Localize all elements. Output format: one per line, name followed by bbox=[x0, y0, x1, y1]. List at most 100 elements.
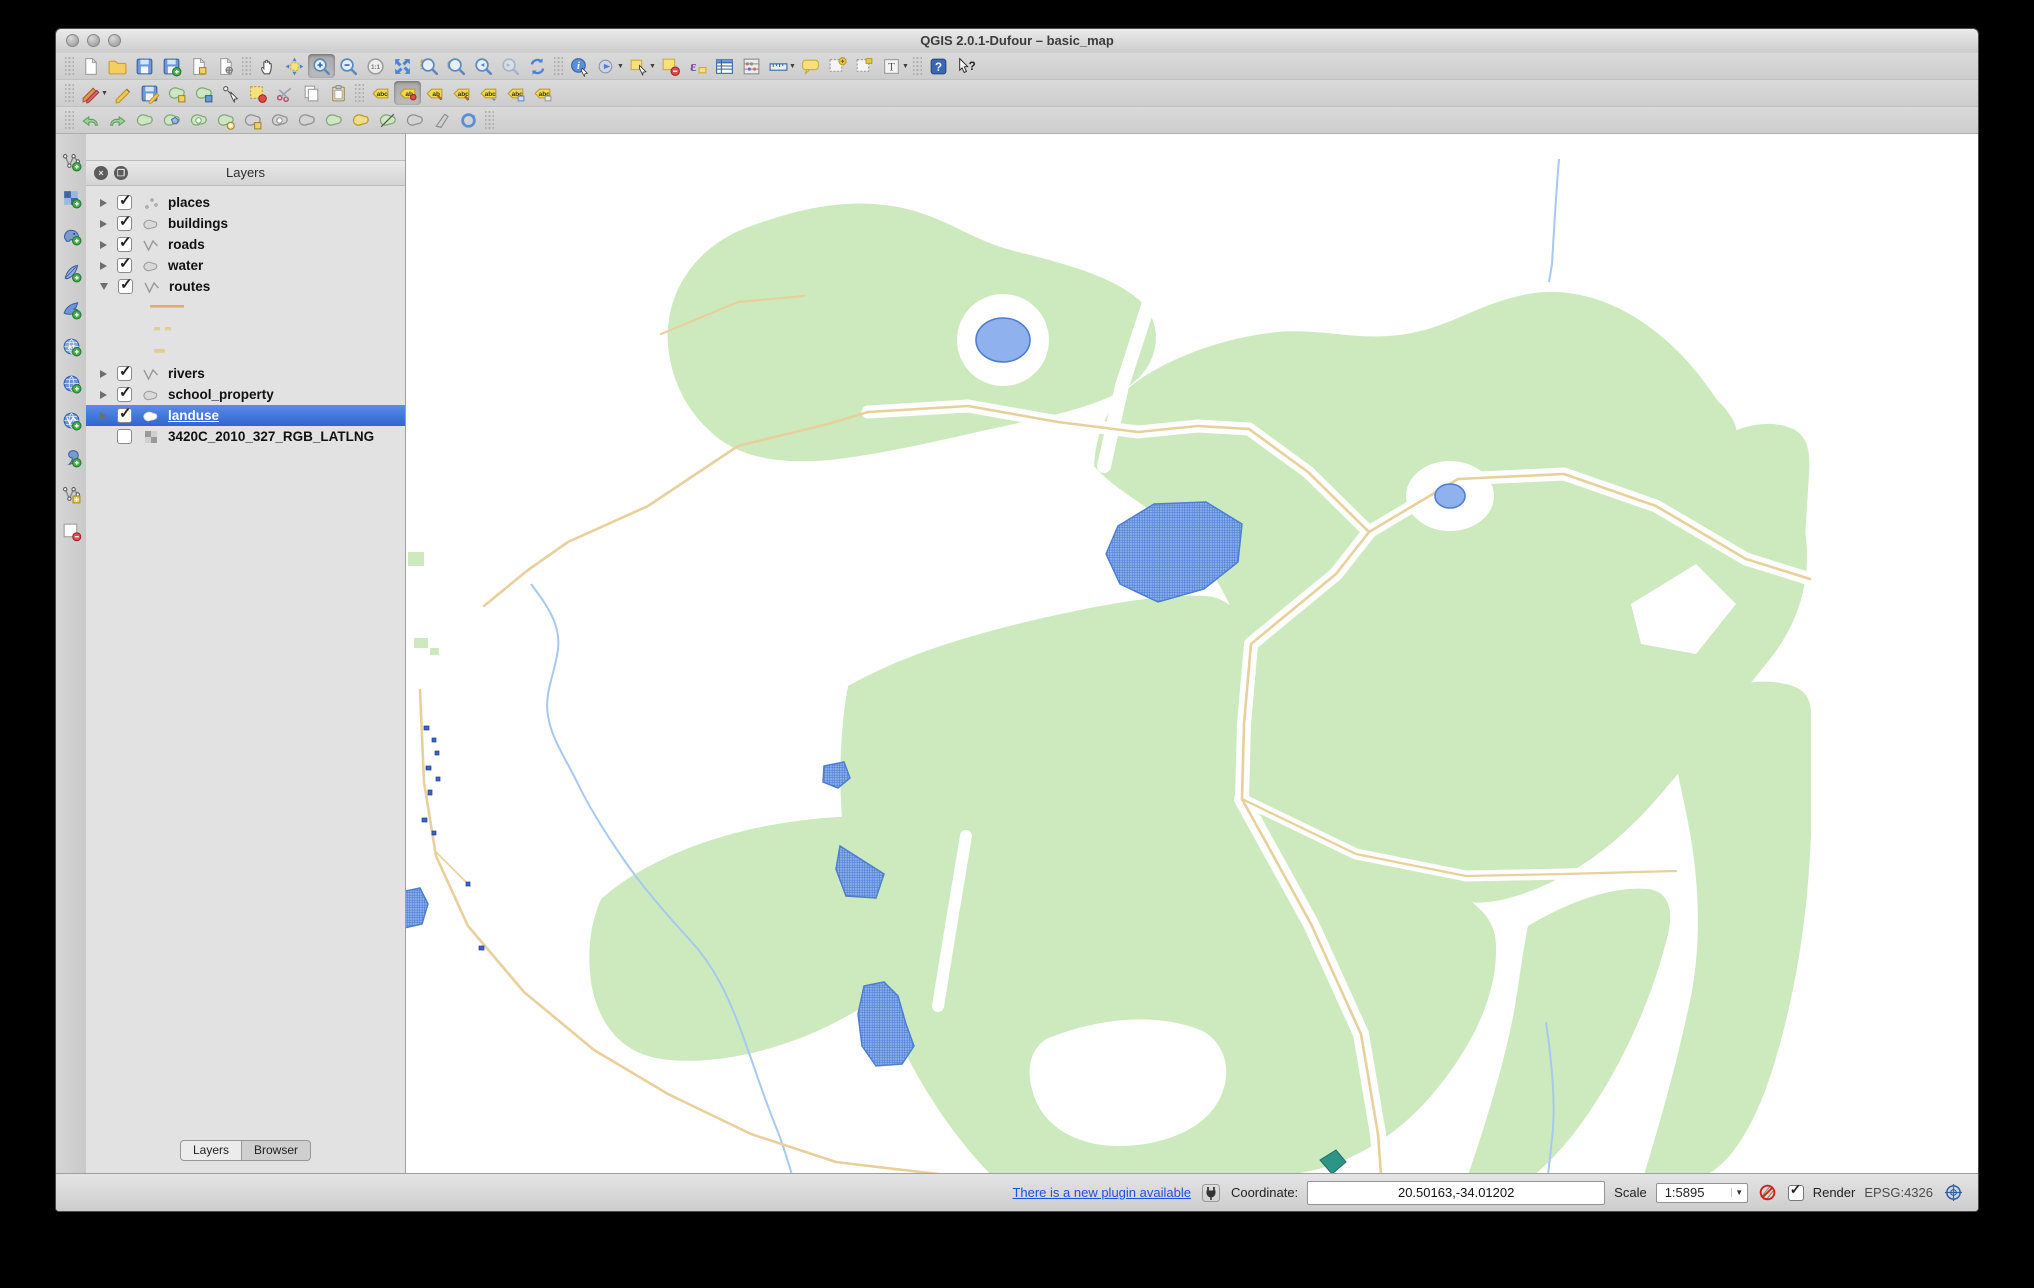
simplify-feature-button[interactable] bbox=[158, 108, 185, 132]
zoom-last-button[interactable] bbox=[470, 54, 497, 78]
expander-right-icon[interactable] bbox=[100, 262, 107, 270]
composer-manager-button[interactable] bbox=[212, 54, 239, 78]
plugin-available-link[interactable]: There is a new plugin available bbox=[1012, 1185, 1191, 1200]
add-mssql-layer-button[interactable] bbox=[58, 296, 85, 322]
add-delimited-text-layer-button[interactable] bbox=[58, 444, 85, 470]
zoom-native-button[interactable]: 1:1 bbox=[362, 54, 389, 78]
whats-this-button[interactable]: ? bbox=[952, 54, 979, 78]
rotate-point-symbols-button[interactable] bbox=[428, 108, 455, 132]
layer-row-3420C_2010_327_RGB_LATLNG[interactable]: 3420C_2010_327_RGB_LATLNG bbox=[86, 426, 405, 447]
show-bookmarks-button[interactable] bbox=[851, 54, 878, 78]
add-part-button[interactable] bbox=[212, 108, 239, 132]
offset-curve-button[interactable] bbox=[347, 108, 374, 132]
pan-to-selection-button[interactable] bbox=[281, 54, 308, 78]
zoom-next-button[interactable] bbox=[497, 54, 524, 78]
layer-row-buildings[interactable]: ✓buildings bbox=[86, 213, 405, 234]
paste-features-button[interactable] bbox=[325, 81, 352, 105]
add-feature-button[interactable] bbox=[163, 81, 190, 105]
new-bookmark-button[interactable] bbox=[824, 54, 851, 78]
add-vector-layer-button[interactable] bbox=[58, 148, 85, 174]
label-highlight-pinned-button[interactable]: ab bbox=[421, 81, 448, 105]
pan-map-button[interactable] bbox=[254, 54, 281, 78]
stop-rendering-icon[interactable] bbox=[1757, 1182, 1779, 1204]
current-edits-button[interactable] bbox=[77, 81, 104, 105]
panel-tab-layers[interactable]: Layers bbox=[180, 1140, 242, 1161]
select-by-expression-button[interactable]: ε bbox=[684, 54, 711, 78]
zoom-in-button[interactable] bbox=[308, 54, 335, 78]
add-ring-button[interactable] bbox=[185, 108, 212, 132]
layer-row-routes[interactable]: ✓routes bbox=[86, 276, 405, 297]
new-print-composer-button[interactable] bbox=[185, 54, 212, 78]
layer-row-school_property[interactable]: ✓school_property bbox=[86, 384, 405, 405]
rotate-feature-button[interactable] bbox=[131, 108, 158, 132]
zoom-to-selection-button[interactable] bbox=[416, 54, 443, 78]
run-feature-action-button[interactable] bbox=[593, 54, 620, 78]
plugin-icon[interactable] bbox=[1200, 1182, 1222, 1204]
add-wms-layer-button[interactable]: AT bbox=[58, 333, 85, 359]
coordinate-input[interactable] bbox=[1307, 1181, 1605, 1205]
delete-part-button[interactable] bbox=[293, 108, 320, 132]
label-pin-unpin-button[interactable]: ab bbox=[394, 81, 421, 105]
expander-right-icon[interactable] bbox=[100, 241, 107, 249]
zoom-full-button[interactable] bbox=[389, 54, 416, 78]
snapping-options-button[interactable] bbox=[455, 108, 482, 132]
expander-right-icon[interactable] bbox=[100, 412, 107, 420]
layer-checkbox-routes[interactable]: ✓ bbox=[118, 279, 133, 294]
help-contents-button[interactable]: ? bbox=[925, 54, 952, 78]
deselect-features-button[interactable] bbox=[657, 54, 684, 78]
save-project-as-button[interactable] bbox=[158, 54, 185, 78]
add-postgis-layer-button[interactable] bbox=[58, 222, 85, 248]
layer-checkbox-roads[interactable]: ✓ bbox=[117, 237, 132, 252]
layer-row-water[interactable]: ✓water bbox=[86, 255, 405, 276]
copy-features-button[interactable] bbox=[298, 81, 325, 105]
split-features-button[interactable] bbox=[374, 108, 401, 132]
panel-tab-browser[interactable]: Browser bbox=[242, 1140, 311, 1161]
expander-right-icon[interactable] bbox=[100, 370, 107, 378]
add-spatialite-layer-button[interactable] bbox=[58, 259, 85, 285]
zoom-to-layer-button[interactable] bbox=[443, 54, 470, 78]
save-layer-edits-button[interactable] bbox=[136, 81, 163, 105]
add-wfs-layer-button[interactable] bbox=[58, 407, 85, 433]
identify-features-button[interactable]: i bbox=[566, 54, 593, 78]
open-attribute-table-button[interactable] bbox=[711, 54, 738, 78]
layer-checkbox-places[interactable]: ✓ bbox=[117, 195, 132, 210]
expander-right-icon[interactable] bbox=[100, 199, 107, 207]
label-rotate-button[interactable]: abc bbox=[475, 81, 502, 105]
title-bar[interactable]: QGIS 2.0.1-Dufour – basic_map bbox=[56, 29, 1978, 54]
layer-row-rivers[interactable]: ✓rivers bbox=[86, 363, 405, 384]
layer-checkbox-buildings[interactable]: ✓ bbox=[117, 216, 132, 231]
map-canvas[interactable] bbox=[406, 134, 1978, 1173]
layer-checkbox-rivers[interactable]: ✓ bbox=[117, 366, 132, 381]
delete-ring-button[interactable] bbox=[266, 108, 293, 132]
zoom-out-button[interactable] bbox=[335, 54, 362, 78]
layer-row-roads[interactable]: ✓roads bbox=[86, 234, 405, 255]
label-change-button[interactable]: abc bbox=[502, 81, 529, 105]
undo-button[interactable] bbox=[77, 108, 104, 132]
new-project-button[interactable] bbox=[77, 54, 104, 78]
open-project-button[interactable] bbox=[104, 54, 131, 78]
move-feature-button[interactable] bbox=[190, 81, 217, 105]
node-tool-button[interactable] bbox=[217, 81, 244, 105]
redo-button[interactable] bbox=[104, 108, 131, 132]
layer-checkbox-school_property[interactable]: ✓ bbox=[117, 387, 132, 402]
add-wcs-layer-button[interactable] bbox=[58, 370, 85, 396]
expander-right-icon[interactable] bbox=[100, 220, 107, 228]
text-annotation-button[interactable]: T bbox=[878, 54, 905, 78]
save-project-button[interactable] bbox=[131, 54, 158, 78]
reshape-features-button[interactable] bbox=[320, 108, 347, 132]
measure-line-button[interactable] bbox=[765, 54, 792, 78]
new-shapefile-layer-button[interactable] bbox=[58, 481, 85, 507]
map-tips-button[interactable] bbox=[797, 54, 824, 78]
refresh-map-button[interactable] bbox=[524, 54, 551, 78]
remove-layer-button[interactable] bbox=[58, 518, 85, 544]
cut-features-button[interactable] bbox=[271, 81, 298, 105]
label-move-button[interactable]: abc bbox=[448, 81, 475, 105]
layer-checkbox-landuse[interactable]: ✓ bbox=[117, 408, 132, 423]
scale-combo[interactable]: 1:5895 ▼ bbox=[1656, 1183, 1748, 1203]
expander-right-icon[interactable] bbox=[100, 391, 107, 399]
layer-checkbox-water[interactable]: ✓ bbox=[117, 258, 132, 273]
expander-down-icon[interactable] bbox=[100, 283, 108, 290]
add-raster-layer-button[interactable] bbox=[58, 185, 85, 211]
fill-ring-button[interactable] bbox=[239, 108, 266, 132]
label-settings-button[interactable]: abc bbox=[367, 81, 394, 105]
